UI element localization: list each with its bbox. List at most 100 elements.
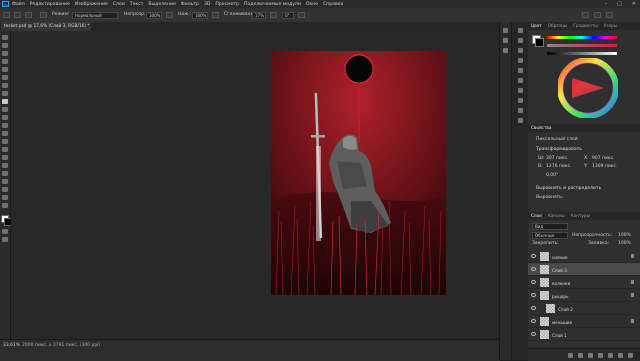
character-icon[interactable]: [503, 48, 508, 53]
brush-settings-icon[interactable]: [40, 12, 47, 18]
opacity-field[interactable]: 100%: [146, 11, 162, 19]
styles-panel-icon[interactable]: [518, 108, 523, 113]
move-tool-icon[interactable]: [2, 35, 8, 40]
hand-tool-icon[interactable]: [2, 187, 8, 192]
tab-paths[interactable]: Контуры: [571, 212, 590, 220]
menu-help[interactable]: Справка: [323, 2, 343, 7]
flow-field[interactable]: 100%: [192, 11, 208, 19]
layer-row[interactable]: сияние: [528, 250, 640, 263]
screen-mode-icon[interactable]: [2, 237, 8, 242]
angle-field[interactable]: 0°: [282, 11, 294, 19]
smoothing-field[interactable]: 17%: [252, 11, 266, 19]
workspace-icon[interactable]: [594, 12, 601, 18]
visibility-eye-icon[interactable]: [531, 319, 536, 323]
menu-type[interactable]: Текст: [130, 2, 144, 7]
type-tool-icon[interactable]: [2, 163, 8, 168]
crop-tool-icon[interactable]: [2, 67, 8, 72]
healing-tool-icon[interactable]: [2, 91, 8, 96]
history-brush-tool-icon[interactable]: [2, 115, 8, 120]
saturation-slider[interactable]: [547, 44, 617, 47]
layer-filter-select[interactable]: Вид: [532, 223, 568, 230]
menu-view[interactable]: Просмотр: [215, 2, 239, 7]
height-value[interactable]: 1276 пикс.: [546, 164, 571, 170]
layer-row[interactable]: Слой 1: [528, 328, 640, 341]
visibility-eye-icon[interactable]: [531, 293, 536, 297]
tab-swatches[interactable]: Образцы: [548, 22, 568, 30]
shape-tool-icon[interactable]: [2, 179, 8, 184]
smoothing-settings-icon[interactable]: [270, 12, 277, 18]
marquee-tool-icon[interactable]: [2, 43, 8, 48]
swatches-panel-icon[interactable]: [518, 38, 523, 43]
y-value[interactable]: 1309 пикс.: [592, 164, 617, 170]
adjustment-layer-icon[interactable]: [598, 353, 603, 358]
pressure-opacity-icon[interactable]: [166, 12, 173, 18]
trash-icon[interactable]: [628, 353, 633, 358]
share-icon[interactable]: [606, 12, 613, 18]
libraries-panel-icon[interactable]: [518, 78, 523, 83]
layer-row[interactable]: Слой 2: [528, 302, 640, 315]
maximize-icon[interactable]: □: [617, 1, 622, 7]
search-icon[interactable]: [582, 12, 589, 18]
pen-tool-icon[interactable]: [2, 155, 8, 160]
brush-settings-panel-icon[interactable]: [518, 98, 523, 103]
blend-mode-select[interactable]: Обычные: [532, 232, 568, 239]
hue-slider[interactable]: [547, 36, 617, 39]
lasso-tool-icon[interactable]: [2, 51, 8, 56]
info-panel-icon[interactable]: [518, 118, 523, 123]
airbrush-icon[interactable]: [212, 12, 219, 18]
menu-filter[interactable]: Фильтр: [181, 2, 199, 7]
tab-color[interactable]: Цвет: [531, 22, 542, 30]
bg-color-chip[interactable]: [535, 38, 544, 47]
mask-icon[interactable]: [588, 353, 593, 358]
gradients-panel-icon[interactable]: [518, 48, 523, 53]
x-value[interactable]: 907 пикс.: [592, 156, 615, 162]
home-icon[interactable]: [3, 12, 10, 18]
layer-row[interactable]: рыцарь: [528, 289, 640, 302]
menu-window[interactable]: Окно: [306, 2, 318, 7]
new-layer-icon[interactable]: [618, 353, 623, 358]
menu-edit[interactable]: Редактирование: [30, 2, 70, 7]
color-panel-icon[interactable]: [518, 28, 523, 33]
tab-gradients[interactable]: Градиенты: [573, 22, 597, 30]
frame-tool-icon[interactable]: [2, 75, 8, 80]
eraser-tool-icon[interactable]: [2, 123, 8, 128]
quick-select-tool-icon[interactable]: [2, 59, 8, 64]
tab-layers[interactable]: Слои: [531, 212, 542, 220]
layer-style-icon[interactable]: [578, 353, 583, 358]
document-tab[interactable]: tecket.psd @ 17,6% (Слой 3, RGB/16) *: [1, 22, 91, 31]
menu-3d[interactable]: 3D: [204, 2, 210, 7]
menu-plugins[interactable]: Подключаемые модули: [244, 2, 301, 7]
mode-select[interactable]: Нормальный: [72, 11, 118, 19]
close-icon[interactable]: ✕: [632, 1, 636, 7]
fill-value[interactable]: 100%: [618, 241, 631, 247]
stamp-tool-icon[interactable]: [2, 107, 8, 112]
adjustments-panel-icon[interactable]: [518, 68, 523, 73]
menu-select[interactable]: Выделение: [148, 2, 175, 7]
link-layers-icon[interactable]: [568, 353, 573, 358]
visibility-eye-icon[interactable]: [531, 267, 536, 271]
tab-patterns[interactable]: Узоры: [604, 22, 617, 30]
brushes-panel-icon[interactable]: [518, 88, 523, 93]
zoom-level[interactable]: 33,61%: [3, 343, 20, 349]
path-select-tool-icon[interactable]: [2, 171, 8, 176]
color-wheel[interactable]: [558, 58, 618, 118]
patterns-panel-icon[interactable]: [518, 58, 523, 63]
transform-section[interactable]: Трансформировать: [536, 147, 582, 153]
width-value[interactable]: 307 пикс.: [546, 156, 569, 162]
layer-opacity-value[interactable]: 100%: [618, 233, 631, 239]
eyedropper-tool-icon[interactable]: [2, 83, 8, 88]
menu-layers[interactable]: Слои: [113, 2, 125, 7]
artwork-canvas[interactable]: [271, 51, 446, 295]
history-icon[interactable]: [503, 28, 508, 33]
dodge-tool-icon[interactable]: [2, 147, 8, 152]
visibility-eye-icon[interactable]: [531, 254, 536, 258]
brush-tool-active-icon[interactable]: [2, 99, 8, 104]
more-tools-icon[interactable]: [2, 203, 8, 208]
visibility-eye-icon[interactable]: [531, 306, 536, 310]
layer-row[interactable]: колонки: [528, 276, 640, 289]
angle-value[interactable]: 0,00°: [546, 173, 558, 179]
symmetry-icon[interactable]: [298, 12, 305, 18]
layer-row-selected[interactable]: Слой 3: [528, 263, 640, 276]
gradient-tool-icon[interactable]: [2, 131, 8, 136]
layer-row[interactable]: меньшие: [528, 315, 640, 328]
